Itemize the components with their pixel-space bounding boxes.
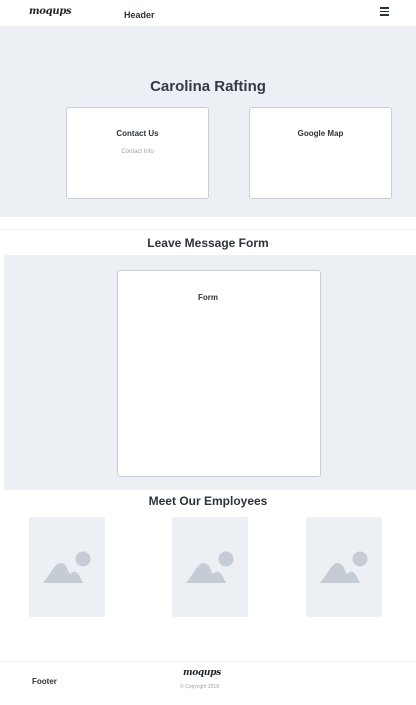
copyright-text: © Copyright 2019	[180, 684, 219, 690]
form-title: Form	[198, 293, 218, 302]
employees-section-title: Meet Our Employees	[148, 494, 268, 508]
footer-label: Footer	[32, 677, 57, 686]
google-map-title: Google Map	[297, 129, 344, 138]
logo[interactable]: moqups	[29, 6, 72, 17]
contact-info-text: Contact Info	[121, 149, 154, 155]
header: moqups Header	[0, 0, 416, 26]
employee-image	[306, 517, 382, 617]
contact-us-title: Contact Us	[116, 129, 159, 138]
page-title: Carolina Rafting	[150, 78, 266, 95]
image-placeholder-icon	[186, 551, 234, 583]
header-label: Header	[124, 10, 155, 20]
section-divider	[0, 229, 416, 230]
footer-divider	[0, 661, 416, 662]
image-placeholder-icon	[43, 551, 91, 583]
image-placeholder-icon	[320, 551, 368, 583]
footer-logo[interactable]: moqups	[183, 668, 221, 678]
hamburger-menu-icon[interactable]	[380, 7, 389, 16]
form-card[interactable]: Form	[117, 270, 321, 477]
employee-image	[29, 517, 105, 617]
form-section-title: Leave Message Form	[147, 236, 269, 250]
contact-us-card[interactable]: Contact Us Contact Info	[66, 107, 209, 199]
google-map-card[interactable]: Google Map	[249, 107, 392, 199]
employee-image	[172, 517, 248, 617]
